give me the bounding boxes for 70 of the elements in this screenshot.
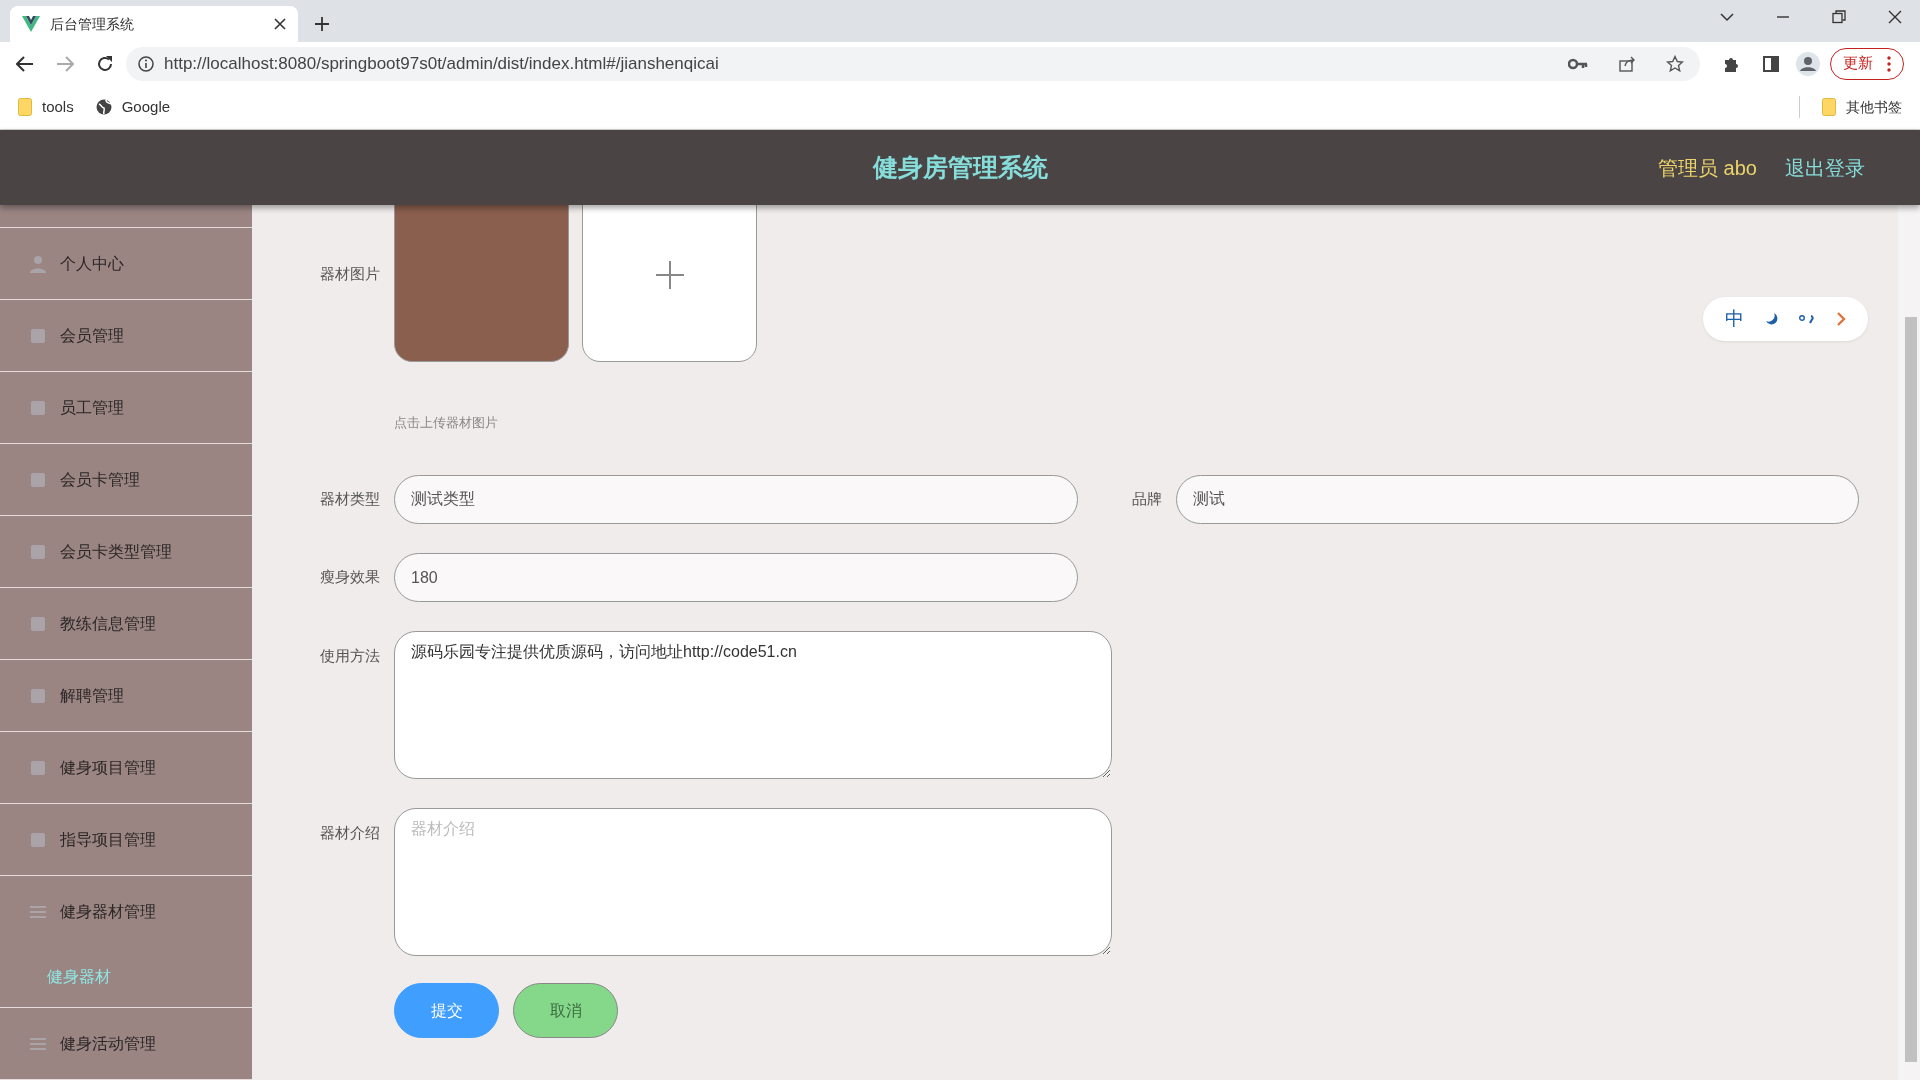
close-tab-icon[interactable] xyxy=(274,18,286,30)
field-label: 器材类型 xyxy=(319,489,380,510)
moon-icon[interactable] xyxy=(1764,312,1779,326)
back-icon[interactable] xyxy=(16,55,34,72)
sidebar-item[interactable]: 指导项目管理 xyxy=(0,804,252,875)
square-icon xyxy=(30,687,46,704)
field-label: 使用方法 xyxy=(319,646,380,666)
list-icon xyxy=(30,1036,46,1051)
app-title: 健身房管理系统 xyxy=(872,151,1048,183)
bookmark-star-icon[interactable] xyxy=(1666,54,1684,73)
field-label: 瘦身效果 xyxy=(319,567,380,588)
sidebar-item[interactable]: 会员卡管理 xyxy=(0,444,252,515)
square-icon xyxy=(30,543,46,560)
bookmark-item[interactable]: Google xyxy=(95,95,171,119)
address-bar[interactable]: http://localhost:8080/springboot97s0t/admin/dist/index.html#/jianshenqicai xyxy=(126,46,1700,81)
tab-title: 后台管理系统 xyxy=(50,14,135,34)
sidebar-item[interactable]: 会员卡类型管理 xyxy=(0,516,252,587)
sidebar-item[interactable]: 教练信息管理 xyxy=(0,588,252,659)
close-window-icon[interactable] xyxy=(1888,10,1902,24)
sidebar-item[interactable]: 员工管理 xyxy=(0,372,252,443)
input-field[interactable]: 测试类型 xyxy=(394,475,1078,524)
tab-search-icon[interactable] xyxy=(1720,12,1734,22)
square-icon xyxy=(30,399,46,416)
sidebar-item[interactable]: 会员管理 xyxy=(0,300,252,371)
square-icon xyxy=(30,831,46,848)
browser-tab[interactable]: 后台管理系统 xyxy=(10,6,298,42)
reload-icon[interactable] xyxy=(96,54,114,73)
url-text: http://localhost:8080/springboot97s0t/admin/dist/index.html#/jianshenqicai xyxy=(164,52,720,75)
more-menu-icon[interactable] xyxy=(1887,55,1891,72)
cancel-button[interactable]: 取消 xyxy=(513,983,618,1038)
globe-icon xyxy=(95,99,112,115)
admin-username: 管理员 abo xyxy=(1658,155,1757,181)
share-icon[interactable] xyxy=(1618,54,1636,73)
person-icon xyxy=(30,254,46,273)
side-panel-icon[interactable] xyxy=(1762,54,1780,73)
sidebar-item[interactable]: 解聘管理 xyxy=(0,660,252,731)
square-icon xyxy=(30,615,46,632)
logout-link[interactable]: 退出登录 xyxy=(1785,152,1865,183)
sidebar-item[interactable]: 个人中心 xyxy=(0,228,252,299)
ime-mode-toggle[interactable]: 中 xyxy=(1725,304,1745,334)
square-icon xyxy=(30,759,46,776)
field-label: 器材介绍 xyxy=(319,823,380,843)
folder-icon xyxy=(1822,98,1836,116)
new-tab-icon[interactable] xyxy=(314,16,330,32)
sidebar-item[interactable]: 健身项目管理 xyxy=(0,732,252,803)
key-icon[interactable] xyxy=(1568,57,1588,70)
textarea-field[interactable]: 器材介绍 xyxy=(394,808,1112,956)
punctuation-icon[interactable] xyxy=(1799,313,1816,325)
bookmark-item[interactable]: tools xyxy=(18,95,74,119)
list-icon xyxy=(30,904,46,919)
submit-button[interactable]: 提交 xyxy=(394,983,499,1038)
chevron-right-icon[interactable] xyxy=(1835,311,1846,327)
sidebar-subitem[interactable]: 健身器材 xyxy=(0,947,252,1007)
square-icon xyxy=(30,471,46,488)
other-bookmarks[interactable]: 其他书签 xyxy=(1822,96,1902,118)
field-label: 器材图片 xyxy=(319,264,380,285)
upload-hint: 点击上传器材图片 xyxy=(394,414,499,432)
textarea-field[interactable]: 源码乐园专注提供优质源码，访问地址http://code51.cn xyxy=(394,631,1112,779)
site-logo-icon xyxy=(22,16,40,32)
square-icon xyxy=(30,327,46,344)
field-label: 品牌 xyxy=(1131,489,1162,510)
sidebar-item[interactable]: 健身活动管理 xyxy=(0,1008,252,1079)
folder-icon xyxy=(18,98,32,116)
input-field[interactable]: 180 xyxy=(394,553,1078,602)
input-field[interactable]: 测试 xyxy=(1176,475,1859,524)
sidebar-item[interactable]: 健身器材管理 xyxy=(0,876,252,947)
profile-avatar-icon[interactable] xyxy=(1796,51,1820,76)
restore-icon[interactable] xyxy=(1832,10,1846,24)
plus-icon xyxy=(655,260,684,289)
info-icon[interactable] xyxy=(138,55,154,72)
